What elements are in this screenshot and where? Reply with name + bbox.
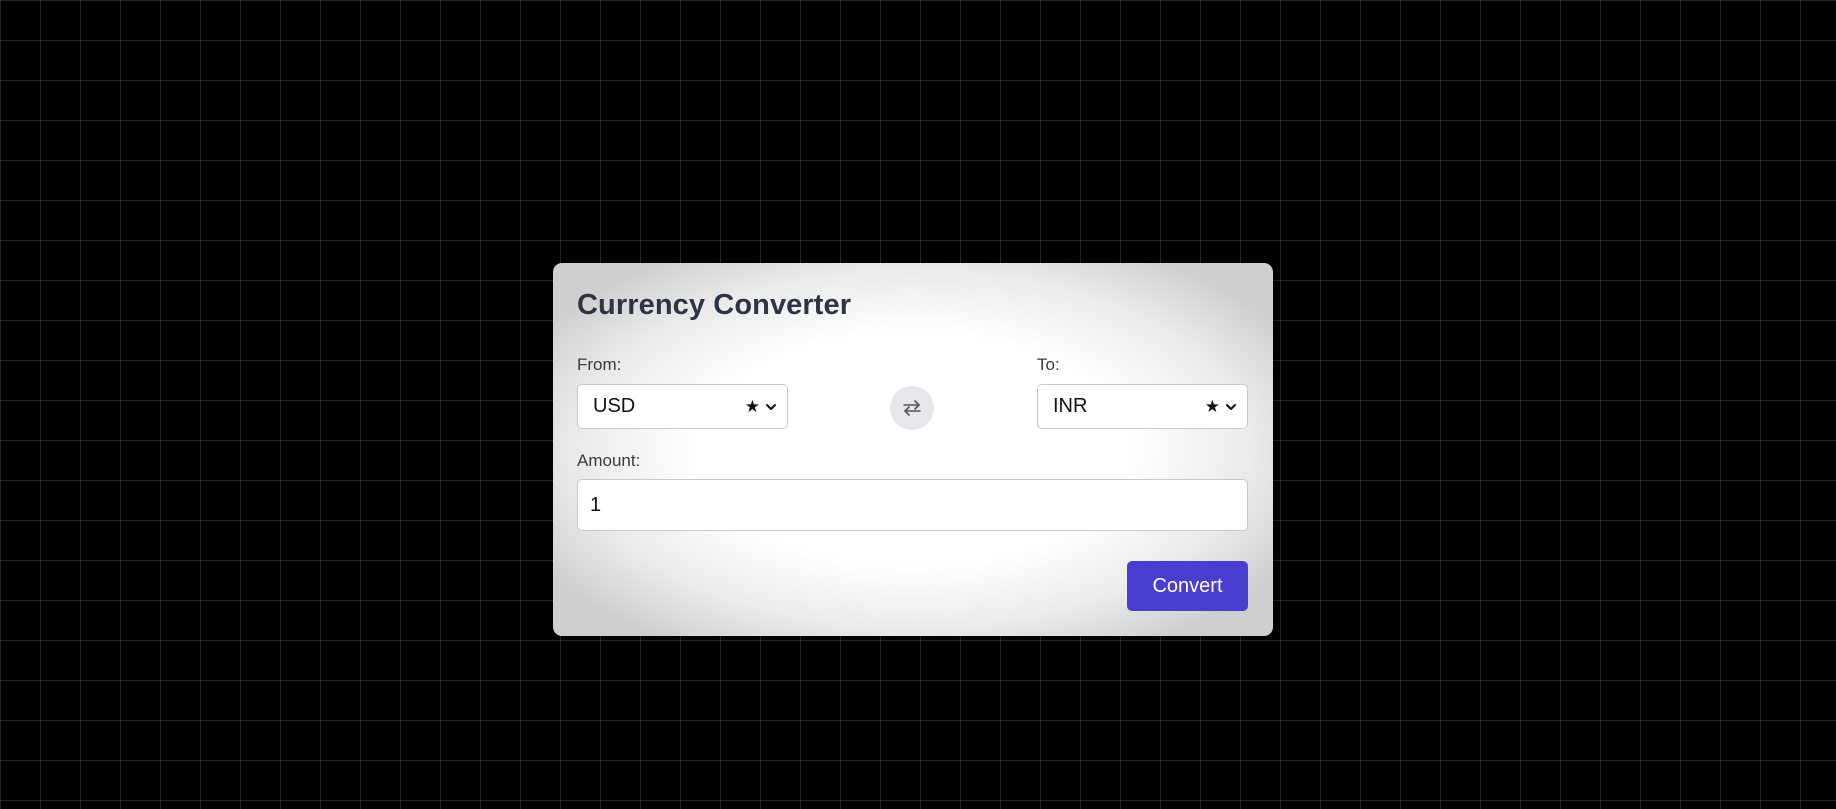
star-icon: ★ (744, 397, 760, 416)
to-currency-value: INR (1053, 395, 1088, 417)
to-label: To: (1037, 355, 1060, 374)
chevron-down-icon (766, 403, 776, 410)
swap-button[interactable] (890, 386, 934, 430)
from-currency-value: USD (593, 395, 636, 417)
to-currency-select[interactable]: INR ★ (1037, 384, 1248, 429)
star-icon: ★ (1204, 397, 1220, 416)
amount-input[interactable] (577, 479, 1248, 531)
convert-button[interactable]: Convert (1127, 561, 1248, 611)
page-title: Currency Converter (577, 289, 852, 321)
converter-card: Currency Converter From: USD ★ To: INR ★… (553, 263, 1273, 636)
amount-label: Amount: (577, 451, 641, 470)
chevron-down-icon (1226, 403, 1236, 410)
swap-arrows-icon (903, 400, 921, 416)
from-label: From: (577, 355, 622, 374)
from-currency-select[interactable]: USD ★ (577, 384, 788, 429)
